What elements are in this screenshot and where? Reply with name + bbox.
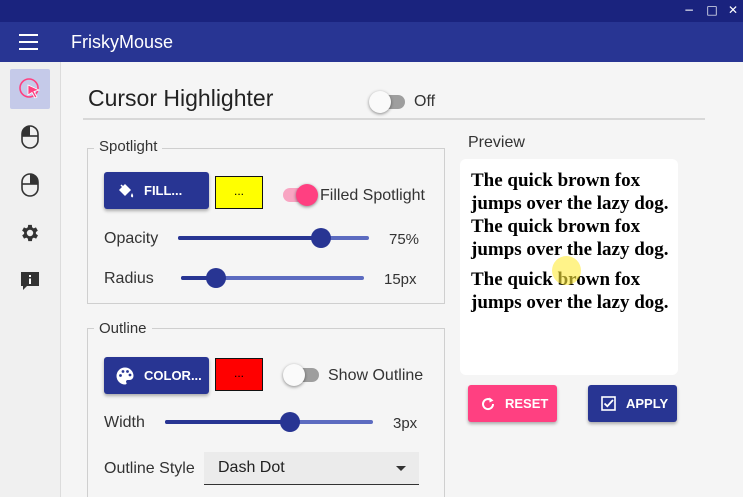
color-button-label: COLOR... [144, 368, 202, 383]
app-title: FriskyMouse [71, 32, 174, 52]
width-value: 3px [393, 415, 418, 432]
close-button[interactable]: ✕ [724, 2, 742, 18]
preview-line: The quick brown fox jumps over the lazy … [471, 216, 669, 260]
minimize-button[interactable]: − [680, 2, 698, 18]
mouse-left-icon [21, 125, 39, 149]
reset-label: RESET [505, 396, 549, 411]
radius-value: 15px [384, 271, 417, 288]
hamburger-icon[interactable] [19, 34, 39, 50]
apply-label: APPLY [626, 396, 669, 411]
filled-spotlight-label: Filled Spotlight [320, 187, 425, 204]
preview-title: Preview [468, 134, 525, 151]
title-divider [83, 118, 705, 120]
outline-color-swatch[interactable]: ... [215, 358, 263, 391]
fill-color-button[interactable]: FILL... [104, 172, 209, 209]
sidebar-item-left-click[interactable] [10, 117, 50, 157]
sidebar-item-settings[interactable] [10, 213, 50, 253]
opacity-slider-thumb[interactable] [311, 228, 331, 248]
opacity-value: 75% [389, 231, 420, 248]
apply-button[interactable]: APPLY [588, 385, 677, 422]
width-label: Width [104, 414, 145, 431]
fill-button-label: FILL... [144, 183, 183, 198]
reset-button[interactable]: RESET [468, 385, 557, 422]
mouse-right-icon [21, 173, 39, 197]
outline-style-label: Outline Style [104, 460, 195, 477]
info-icon [21, 272, 39, 290]
radius-slider-thumb[interactable] [206, 268, 226, 288]
sidebar-item-right-click[interactable] [10, 165, 50, 205]
outline-style-selected: Dash Dot [218, 459, 285, 476]
sidebar [0, 62, 61, 497]
sidebar-item-cursor-highlighter[interactable] [10, 69, 50, 109]
show-outline-toggle[interactable] [283, 362, 323, 388]
checkbox-icon [601, 396, 616, 411]
outline-style-dropdown[interactable]: Dash Dot [204, 452, 419, 485]
outline-color-button[interactable]: COLOR... [104, 357, 209, 394]
width-slider-thumb[interactable] [280, 412, 300, 432]
page-title: Cursor Highlighter [88, 85, 274, 111]
app-bar: FriskyMouse [0, 22, 743, 62]
sidebar-item-about[interactable] [10, 261, 50, 301]
preview-line: The quick brown fox jumps over the lazy … [471, 170, 669, 214]
maximize-button[interactable]: □ [703, 2, 721, 18]
gear-icon [22, 224, 38, 242]
reset-icon [482, 397, 495, 410]
show-outline-label: Show Outline [328, 367, 424, 384]
paint-bucket-icon [119, 183, 134, 197]
enable-toggle-label: Off [414, 93, 436, 110]
chevron-down-icon [396, 466, 406, 471]
radius-label: Radius [104, 270, 154, 287]
cursor-highlight-icon [19, 78, 41, 99]
outline-group-label: Outline [94, 320, 152, 337]
palette-icon [116, 367, 134, 384]
filled-spotlight-toggle[interactable] [279, 182, 319, 208]
opacity-slider[interactable] [178, 228, 369, 248]
fill-color-swatch[interactable]: ... [215, 176, 263, 209]
width-slider[interactable] [165, 412, 373, 432]
radius-slider[interactable] [181, 268, 364, 288]
cursor-spotlight-highlight [552, 256, 581, 285]
spotlight-group-label: Spotlight [94, 138, 163, 155]
opacity-label: Opacity [104, 230, 159, 247]
window-titlebar: − □ ✕ [0, 0, 743, 22]
enable-highlighter-toggle[interactable] [369, 89, 409, 115]
